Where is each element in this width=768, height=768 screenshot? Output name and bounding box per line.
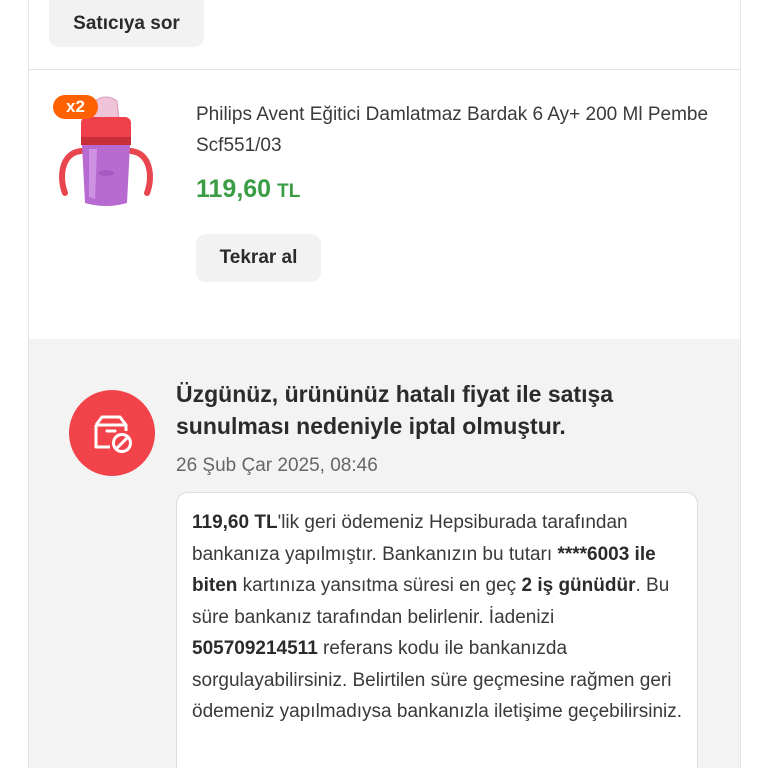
product-title[interactable]: Philips Avent Eğitici Damlatmaz Bardak 6… — [196, 99, 716, 161]
product-item: x2 Philips Avent Eğitici Damlatmaz Barda… — [29, 71, 740, 339]
refund-text-2: kartınıza yansıtma süresi en geç — [237, 575, 522, 596]
cancellation-title: Üzgünüz, ürününüz hatalı fiyat ile satış… — [176, 381, 614, 439]
ask-seller-button[interactable]: Satıcıya sor — [49, 0, 204, 47]
refund-reference: 505709214511 — [192, 638, 318, 659]
refund-amount: 119,60 TL — [192, 512, 278, 533]
price-value: 119,60 — [196, 175, 272, 203]
cancellation-panel: Üzgünüz, ürününüz hatalı fiyat ile satış… — [29, 339, 740, 768]
cancelled-box-icon — [69, 390, 155, 476]
cancellation-date: 26 Şub Çar 2025, 08:46 — [176, 455, 378, 476]
order-detail-card: Satıcıya sor x2 Philips Avent Eğitici Da… — [28, 0, 741, 768]
product-price: 119,60 TL — [196, 175, 300, 204]
buy-again-button[interactable]: Tekrar al — [196, 234, 321, 282]
refund-days: 2 iş günüdür — [521, 575, 636, 596]
price-currency: TL — [277, 181, 301, 202]
refund-info-box: 119,60 TL'lik geri ödemeniz Hepsiburada … — [176, 492, 698, 768]
seller-row: Satıcıya sor — [29, 0, 740, 70]
quantity-badge: x2 — [53, 95, 98, 119]
